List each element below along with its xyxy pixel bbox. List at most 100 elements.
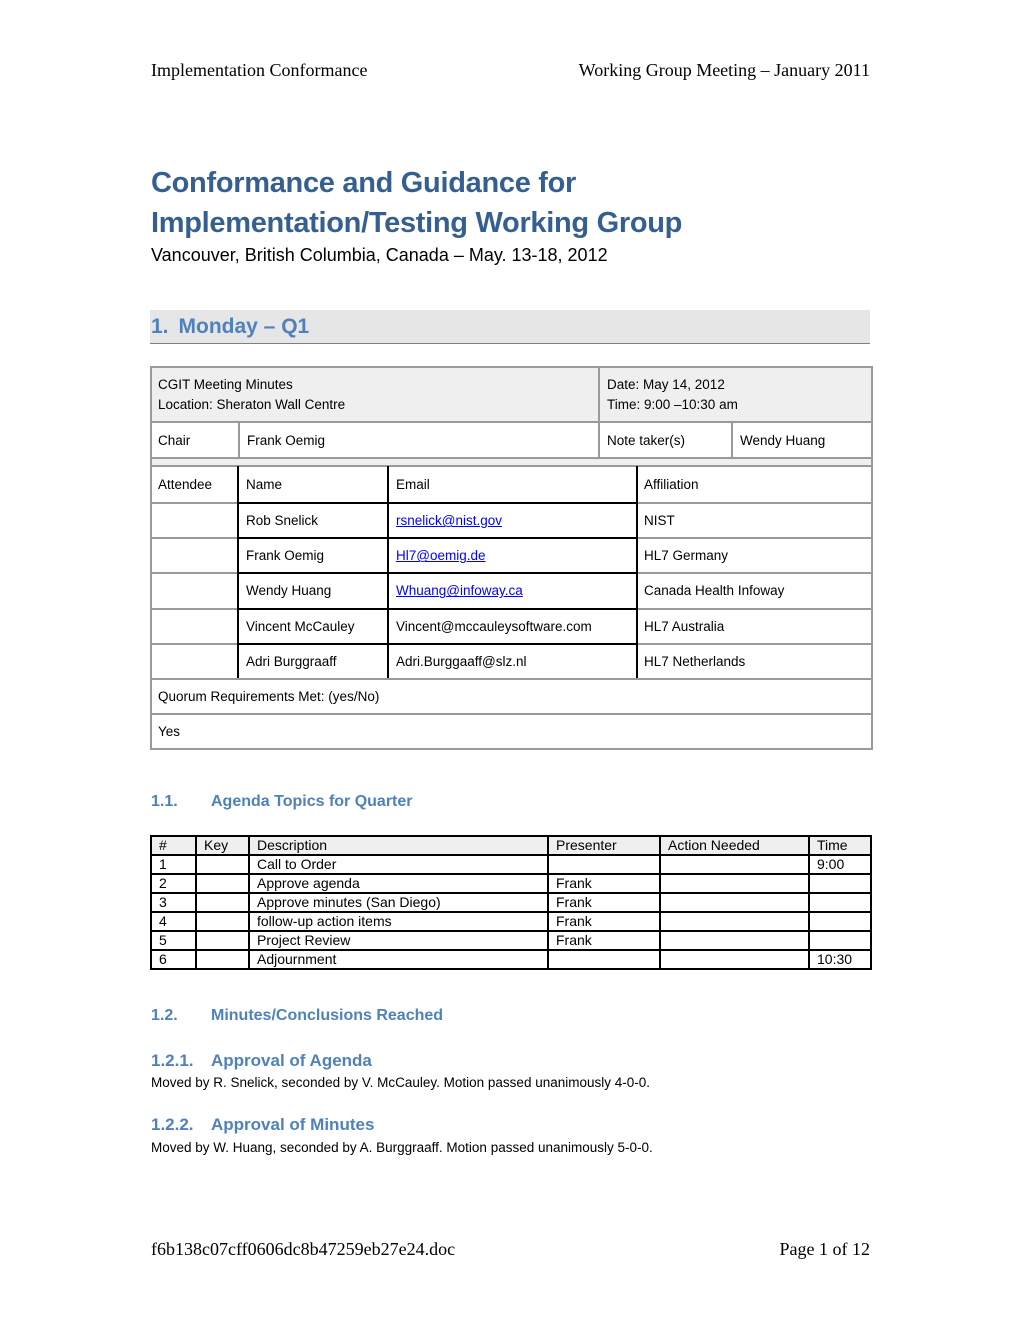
footer-page-number: Page 1 of 12 — [779, 1239, 870, 1259]
name-header: Name — [246, 477, 283, 492]
attendee-email[interactable]: rsnelick@nist.gov — [390, 504, 636, 537]
agenda-col-header: Action Needed — [659, 835, 810, 856]
agenda-presenter: Frank — [547, 911, 661, 932]
agenda-time — [808, 911, 872, 932]
agenda-number: 1 — [150, 854, 197, 875]
subsection-heading-agenda-approval: 1.2.1. Approval of Agenda — [151, 1051, 372, 1071]
agenda-time: 10:30 — [808, 949, 872, 970]
agenda-key — [195, 854, 250, 875]
email-link[interactable]: Whuang@infoway.ca — [396, 583, 523, 598]
subsection-number: 1.2.2. — [151, 1115, 194, 1134]
header-right: Working Group Meeting – January 2011 — [578, 60, 870, 80]
document-subtitle: Vancouver, British Columbia, Canada – Ma… — [151, 245, 608, 265]
attendee-name: Vincent McCauley — [246, 618, 355, 634]
minutes-heading: 1.2. Minutes/Conclusions Reached — [151, 1007, 443, 1025]
attendee-name: Rob Snelick — [246, 513, 319, 529]
agenda-header-row: # Key Description Presenter Action Neede… — [150, 835, 872, 856]
agenda-action — [659, 892, 810, 913]
agenda-approval-text: Moved by R. Snelick, seconded by V. McCa… — [151, 1075, 651, 1090]
agenda-action — [659, 949, 810, 970]
quorum-label: Quorum Requirements Met: (yes/No) — [158, 689, 380, 704]
page-header: Implementation Conformance Working Group… — [151, 60, 870, 81]
attendee-name: Adri Burggraaff — [246, 653, 337, 669]
agenda-presenter — [547, 949, 661, 970]
agenda-heading-title: Agenda Topics for Quarter — [211, 793, 413, 810]
agenda-time — [808, 930, 872, 951]
meeting-location: Location: Sheraton Wall Centre — [158, 396, 346, 412]
attendee-affiliation: HL7 Australia — [644, 618, 725, 634]
divider — [636, 466, 638, 679]
note-taker-label: Note taker(s) — [607, 432, 686, 448]
agenda-action — [659, 873, 810, 894]
footer-filename: f6b138c07cff0606dc8b47259eb27e24.doc — [151, 1239, 456, 1259]
agenda-key — [195, 892, 250, 913]
agenda-action — [659, 854, 810, 875]
email-link[interactable]: rsnelick@nist.gov — [396, 513, 502, 528]
meeting-datetime-cell: Date: May 14, 2012 Time: 9:00 –10:30 am — [601, 368, 871, 421]
meeting-time: Time: 9:00 –10:30 am — [607, 396, 738, 412]
agenda-action — [659, 911, 810, 932]
chair-value: Frank Oemig — [247, 432, 326, 448]
agenda-table: # Key Description Presenter Action Neede… — [150, 835, 872, 970]
agenda-col-header: Key — [195, 835, 250, 856]
agenda-heading-number: 1.1. — [151, 793, 178, 810]
attendee-email[interactable]: Whuang@infoway.ca — [390, 574, 636, 607]
agenda-row: 2 Approve agenda Frank — [150, 873, 872, 894]
title-line-2: Implementation/Testing Working Group — [151, 207, 683, 239]
agenda-description: Approve agenda — [248, 873, 549, 894]
attendee-name: Frank Oemig — [246, 548, 325, 564]
quorum-value: Yes — [158, 724, 181, 739]
subsection-title: Approval of Agenda — [211, 1051, 372, 1070]
minutes-heading-title: Minutes/Conclusions Reached — [211, 1007, 444, 1024]
attendee-email[interactable]: Hl7@oemig.de — [390, 539, 636, 572]
agenda-description: Call to Order — [248, 854, 549, 875]
agenda-col-header: # — [150, 835, 197, 856]
agenda-time — [808, 892, 872, 913]
agenda-row: 6 Adjournment 10:30 — [150, 949, 872, 970]
agenda-key — [195, 911, 250, 932]
email-header: Email — [396, 477, 430, 492]
agenda-col-header: Description — [248, 835, 549, 856]
section-heading-monday: 1. Monday – Q1 — [150, 310, 870, 344]
agenda-row: 4 follow-up action items Frank — [150, 911, 872, 932]
divider — [238, 423, 240, 457]
agenda-number: 2 — [150, 873, 197, 894]
meeting-title-cell: CGIT Meeting Minutes Location: Sheraton … — [152, 368, 598, 421]
agenda-col-header: Presenter — [547, 835, 661, 856]
divider — [731, 423, 733, 457]
attendee-email: Adri.Burggaaff@slz.nl — [396, 653, 527, 669]
attendee-affiliation: Canada Health Infoway — [644, 583, 785, 599]
minutes-approval-text: Moved by W. Huang, seconded by A. Burggr… — [151, 1140, 653, 1155]
agenda-presenter: Frank — [547, 930, 661, 951]
agenda-row: 1 Call to Order 9:00 — [150, 854, 872, 875]
agenda-presenter: Frank — [547, 892, 661, 913]
agenda-row: 3 Approve minutes (San Diego) Frank — [150, 892, 872, 913]
agenda-col-header: Time — [808, 835, 872, 856]
subsection-title: Approval of Minutes — [211, 1115, 375, 1134]
note-taker-value: Wendy Huang — [740, 432, 826, 448]
agenda-description: Approve minutes (San Diego) — [248, 892, 549, 913]
agenda-key — [195, 930, 250, 951]
attendee-affiliation: HL7 Germany — [644, 548, 729, 564]
divider — [387, 466, 389, 679]
agenda-number: 3 — [150, 892, 197, 913]
title-line-1: Conformance and Guidance for — [151, 167, 577, 199]
email-link[interactable]: Hl7@oemig.de — [396, 548, 486, 563]
attendee-affiliation: NIST — [644, 513, 675, 529]
agenda-number: 6 — [150, 949, 197, 970]
attendee-header: Attendee — [158, 477, 213, 492]
agenda-description: Project Review — [248, 930, 549, 951]
subsection-heading-minutes-approval: 1.2.2. Approval of Minutes — [151, 1115, 374, 1135]
subsection-number: 1.2.1. — [151, 1051, 194, 1070]
document-title: Conformance and Guidance for Implementat… — [151, 163, 682, 243]
attendee-name: Wendy Huang — [246, 583, 332, 599]
divider — [598, 368, 600, 421]
header-left: Implementation Conformance — [151, 60, 368, 80]
page-footer: f6b138c07cff0606dc8b47259eb27e24.doc Pag… — [151, 1239, 870, 1260]
section-number: 1. — [151, 315, 169, 338]
minutes-heading-number: 1.2. — [151, 1007, 178, 1024]
agenda-time: 9:00 — [808, 854, 872, 875]
meeting-minutes-label: CGIT Meeting Minutes — [158, 376, 293, 392]
agenda-action — [659, 930, 810, 951]
attendee-email: Vincent@mccauleysoftware.com — [396, 618, 592, 634]
